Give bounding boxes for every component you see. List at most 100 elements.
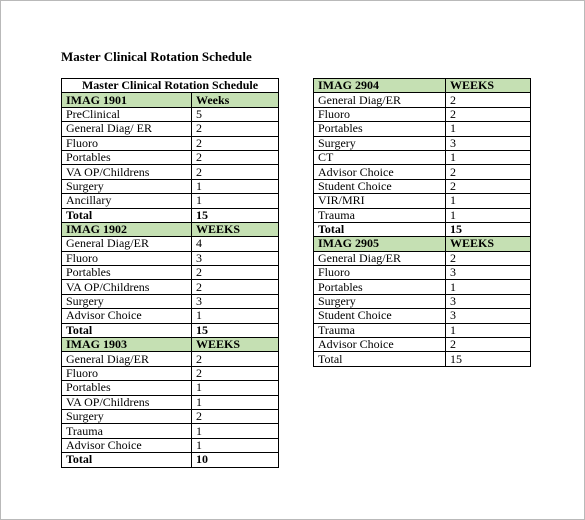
rotation-name: Portables bbox=[61, 149, 192, 166]
table-row: Portables 1 bbox=[61, 380, 280, 396]
rotation-weeks: 5 bbox=[190, 106, 280, 123]
weeks-column-header: WEEKS bbox=[445, 77, 531, 94]
rotation-name: General Diag/ER bbox=[313, 250, 446, 267]
rotation-name: Portables bbox=[61, 380, 192, 396]
total-weeks: 15 bbox=[190, 207, 280, 223]
table-row: Ancillary 1 bbox=[61, 193, 280, 209]
total-label: Total bbox=[61, 452, 192, 468]
rotation-name: Portables bbox=[313, 279, 446, 295]
table-row: Surgery 1 bbox=[61, 178, 280, 195]
rotation-name: Trauma bbox=[313, 207, 446, 223]
weeks-column-header: WEEKS bbox=[190, 221, 280, 238]
rotation-weeks: 3 bbox=[445, 135, 531, 151]
rotation-weeks: 2 bbox=[445, 92, 531, 108]
rotation-weeks: 3 bbox=[190, 250, 280, 267]
table-row: Advisor Choice 1 bbox=[61, 437, 280, 454]
rotation-weeks: 2 bbox=[190, 121, 280, 137]
rotation-weeks: 1 bbox=[190, 178, 280, 195]
rotation-name: Fluoro bbox=[61, 135, 192, 151]
rotation-name: Portables bbox=[61, 265, 192, 281]
rotation-name: Advisor Choice bbox=[61, 437, 192, 454]
rotation-name: Surgery bbox=[61, 293, 192, 310]
rotation-weeks: 2 bbox=[190, 365, 280, 382]
total-weeks: 15 bbox=[445, 221, 531, 238]
total-label: Total bbox=[313, 351, 446, 367]
course-code: IMAG 1902 bbox=[61, 221, 192, 238]
rotation-name: VA OP/Childrens bbox=[61, 279, 192, 295]
total-row: Total 15 bbox=[313, 351, 531, 367]
rotation-name: Ancillary bbox=[61, 193, 192, 209]
rotation-name: VIR/MRI bbox=[313, 193, 446, 209]
rotation-weeks: 2 bbox=[445, 337, 531, 353]
table-row: Fluoro 2 bbox=[313, 106, 531, 123]
rotation-weeks: 2 bbox=[190, 149, 280, 166]
table-row: Trauma 1 bbox=[313, 207, 531, 223]
table-row: Advisor Choice 2 bbox=[313, 337, 531, 353]
total-weeks: 10 bbox=[190, 452, 280, 468]
total-label: Total bbox=[61, 322, 192, 339]
table-caption: Master Clinical Rotation Schedule bbox=[60, 77, 280, 94]
rotation-name: Fluoro bbox=[61, 365, 192, 382]
table-row: General Diag/ER 2 bbox=[313, 250, 531, 267]
rotation-name: Surgery bbox=[61, 178, 192, 195]
table-row: Advisor Choice 2 bbox=[313, 164, 531, 180]
table-row: Portables 1 bbox=[313, 121, 531, 137]
rotation-weeks: 3 bbox=[445, 293, 531, 310]
rotation-weeks: 1 bbox=[190, 380, 280, 396]
table-row: PreClinical 5 bbox=[61, 106, 280, 123]
table-row: VIR/MRI 1 bbox=[313, 193, 531, 209]
rotation-weeks: 1 bbox=[445, 207, 531, 223]
rotation-weeks: 1 bbox=[190, 423, 280, 439]
rotation-weeks: 1 bbox=[445, 121, 531, 137]
rotation-weeks: 1 bbox=[190, 193, 280, 209]
rotation-name: General Diag/ER bbox=[313, 92, 446, 108]
table-row: General Diag/ER 2 bbox=[313, 92, 531, 108]
course-code: IMAG 2904 bbox=[313, 77, 446, 94]
rotation-weeks: 2 bbox=[445, 106, 531, 123]
rotation-name: Trauma bbox=[313, 322, 446, 339]
rotation-weeks: 2 bbox=[445, 164, 531, 180]
rotation-name: Trauma bbox=[61, 423, 192, 439]
rotation-name: Advisor Choice bbox=[61, 308, 192, 324]
table-row: Fluoro 2 bbox=[61, 365, 280, 382]
table-row: Fluoro 3 bbox=[61, 250, 280, 267]
weeks-column-header: WEEKS bbox=[445, 236, 531, 252]
rotation-name: Surgery bbox=[313, 135, 446, 151]
rotation-weeks: 2 bbox=[445, 250, 531, 267]
total-row: Total 15 bbox=[313, 221, 531, 238]
table-row: Surgery 2 bbox=[61, 408, 280, 425]
rotation-weeks: 1 bbox=[445, 149, 531, 166]
rotation-weeks: 1 bbox=[445, 193, 531, 209]
course-code: IMAG 2905 bbox=[313, 236, 446, 252]
rotation-weeks: 1 bbox=[190, 394, 280, 410]
section-header-row: IMAG 2905 WEEKS bbox=[313, 236, 531, 252]
total-row: Total 10 bbox=[61, 452, 280, 468]
total-weeks: 15 bbox=[190, 322, 280, 339]
table-row: Surgery 3 bbox=[61, 293, 280, 310]
rotation-weeks: 1 bbox=[445, 322, 531, 339]
rotation-weeks: 2 bbox=[190, 265, 280, 281]
course-code: IMAG 1903 bbox=[61, 337, 192, 353]
table-row: CT 1 bbox=[313, 149, 531, 166]
table-row: Advisor Choice 1 bbox=[61, 308, 280, 324]
table-row: Portables 1 bbox=[313, 279, 531, 295]
rotation-name: Surgery bbox=[61, 408, 192, 425]
rotation-name: CT bbox=[313, 149, 446, 166]
rotation-name: Advisor Choice bbox=[313, 164, 446, 180]
rotation-name: Portables bbox=[313, 121, 446, 137]
rotation-weeks: 2 bbox=[190, 279, 280, 295]
table-row: VA OP/Childrens 2 bbox=[61, 164, 280, 180]
rotation-weeks: 3 bbox=[190, 293, 280, 310]
document-title: Master Clinical Rotation Schedule bbox=[61, 49, 252, 64]
rotation-weeks: 2 bbox=[445, 178, 531, 195]
table-row: General Diag/ER 2 bbox=[61, 351, 280, 367]
rotation-weeks: 3 bbox=[445, 265, 531, 281]
table-row: General Diag/ ER 2 bbox=[61, 121, 280, 137]
rotation-name: Advisor Choice bbox=[313, 337, 446, 353]
rotation-weeks: 1 bbox=[445, 279, 531, 295]
table-row: VA OP/Childrens 1 bbox=[61, 394, 280, 410]
rotation-weeks: 2 bbox=[190, 351, 280, 367]
right-schedule-table: IMAG 2904 WEEKS General Diag/ER 2 Fluoro 2 Por… bbox=[313, 77, 531, 367]
table-row: Portables 2 bbox=[61, 149, 280, 166]
rotation-name: VA OP/Childrens bbox=[61, 394, 192, 410]
